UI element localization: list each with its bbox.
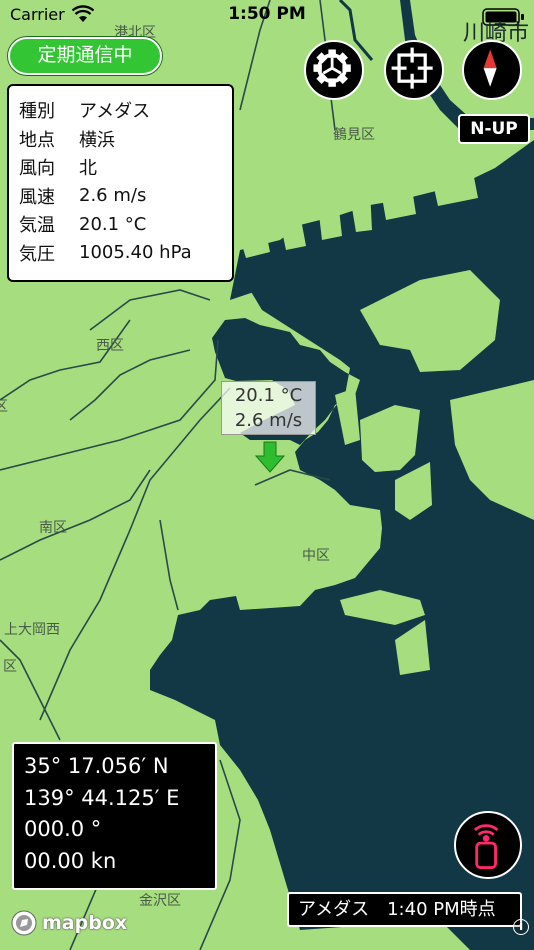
info-value: 1005.40 hPa <box>79 242 192 264</box>
info-row-wind-direction: 風向 北 <box>19 153 222 182</box>
map-label-ku-edge: 区 <box>0 399 8 415</box>
info-key: 気圧 <box>19 243 55 265</box>
periodic-comm-button[interactable]: 定期通信中 <box>8 37 162 75</box>
observation-label[interactable]: 20.1 °C 2.6 m/s <box>221 381 316 435</box>
wind-direction-arrow-icon[interactable] <box>255 441 285 473</box>
info-key: 地点 <box>19 129 55 151</box>
map-label-ku-edge-2: 区 <box>3 659 17 675</box>
observation-time-caption: アメダス 1:40 PM時点 <box>287 892 522 927</box>
info-row-location: 地点 横浜 <box>19 125 222 154</box>
speed-value: 00.00 kn <box>24 848 117 873</box>
signal-phone-icon <box>473 824 499 869</box>
info-value: 2.6 m/s <box>79 185 147 207</box>
heading-value: 000.0 ° <box>24 817 102 841</box>
map-label-tsurumi: 鶴見区 <box>333 127 375 143</box>
map-label-kamiooka: 上大岡西 <box>4 622 60 638</box>
compass-button[interactable] <box>462 40 522 100</box>
map-label-nishi: 西区 <box>96 338 124 354</box>
observation-temperature: 20.1 °C <box>234 385 303 406</box>
info-row-type: 種別 アメダス <box>19 96 222 125</box>
mapbox-logo[interactable]: mapbox <box>10 908 127 938</box>
map-label-minami: 南区 <box>39 520 67 536</box>
attribution-info-icon[interactable]: i <box>513 919 529 935</box>
info-key: 風速 <box>19 186 55 208</box>
crosshair-icon <box>391 47 433 89</box>
compass-icon <box>483 49 497 87</box>
mapbox-icon <box>11 910 37 936</box>
weather-info-panel: 種別 アメダス 地点 横浜 風向 北 風速 2.6 m/s 気温 20.1 °C… <box>7 84 234 282</box>
info-value: 20.1 °C <box>79 213 147 235</box>
mapbox-wordmark: mapbox <box>42 912 128 934</box>
observation-wind-speed: 2.6 m/s <box>234 410 303 431</box>
remote-signal-button[interactable] <box>454 811 522 879</box>
info-key: 種別 <box>19 101 55 123</box>
info-key: 風向 <box>19 158 55 180</box>
status-time: 1:50 PM <box>228 4 306 24</box>
gear-icon <box>313 49 351 87</box>
latitude-value: 35° 17.056′ N <box>24 754 169 778</box>
info-row-pressure: 気圧 1005.40 hPa <box>19 239 222 268</box>
info-value: 横浜 <box>79 129 115 151</box>
settings-button[interactable] <box>304 40 364 100</box>
map-label-kanazawa: 金沢区 <box>139 893 181 909</box>
map-label-naka: 中区 <box>302 548 330 564</box>
orientation-toggle[interactable]: N-UP <box>458 114 530 144</box>
info-row-temperature: 気温 20.1 °C <box>19 210 222 239</box>
info-value: 北 <box>79 158 97 180</box>
position-panel: 35° 17.056′ N 139° 44.125′ E 000.0 ° 00.… <box>12 742 217 890</box>
locate-button[interactable] <box>384 40 444 100</box>
status-bar: Carrier 1:50 PM <box>0 0 534 32</box>
info-key: 気温 <box>19 215 55 237</box>
info-row-wind-speed: 風速 2.6 m/s <box>19 182 222 211</box>
longitude-value: 139° 44.125′ E <box>24 785 180 810</box>
info-value: アメダス <box>79 101 151 123</box>
